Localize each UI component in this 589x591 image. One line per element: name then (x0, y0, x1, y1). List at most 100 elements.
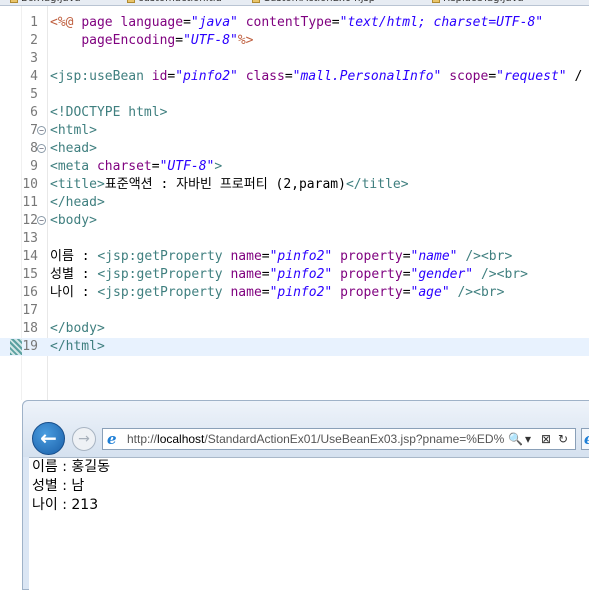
code-line[interactable]: 4 <jsp:useBean id="pinfo2" class="mall.Pe… (0, 68, 589, 86)
address-bar[interactable]: e http://localhost/StandardActionEx01/Us… (102, 428, 576, 450)
code-token: name (230, 285, 262, 300)
code-text: <meta charset="UTF-8"> (50, 158, 222, 176)
code-line[interactable]: 10 <title>표준액션 : 자바빈 프로퍼티 (2,param)</titl… (0, 176, 589, 194)
line-number: 6 (30, 105, 38, 120)
fold-toggle-icon[interactable]: − (37, 126, 46, 135)
editor-tab[interactable]: BoxTag.java (10, 0, 81, 5)
code-token: property (340, 285, 403, 300)
code-line[interactable]: 19 </html> (0, 338, 589, 356)
code-token: %> (237, 33, 254, 48)
browser-window: ← → e http://localhost/StandardActionEx0… (22, 400, 589, 591)
code-token: "UTF-8" (183, 33, 238, 48)
code-text: 나이 : <jsp:getProperty name="pinfo2" prop… (50, 284, 504, 302)
url-text[interactable]: http://localhost/StandardActionEx01/UseB… (127, 429, 504, 449)
change-marker (10, 339, 22, 355)
line-number: 4 (30, 69, 38, 84)
file-icon (432, 0, 440, 3)
code-lines[interactable]: 1 <%@ page language="java" contentType="t… (0, 14, 589, 356)
code-token: = (261, 249, 270, 264)
code-line[interactable]: 5 (0, 86, 589, 104)
code-line[interactable]: 12− <body> (0, 212, 589, 230)
code-line[interactable]: 18 </body> (0, 320, 589, 338)
code-line[interactable]: 17 (0, 302, 589, 320)
code-token: <!DOCTYPE html> (50, 105, 168, 120)
editor-tab[interactable]: CustomActionEx04.jsp (252, 0, 375, 5)
editor-tab-label: CustomActionEx04.jsp (263, 0, 375, 4)
code-line[interactable]: 8− <head> (0, 140, 589, 158)
editor-tab-label: BoxTag.java (21, 0, 81, 4)
code-line[interactable]: 6 <!DOCTYPE html> (0, 104, 589, 122)
code-text: <html> (50, 122, 97, 140)
code-token: "UTF-8" (159, 159, 215, 174)
code-token: "age" (410, 285, 450, 300)
line-number: 17 (22, 303, 38, 318)
code-token: <jsp:getProperty (97, 267, 231, 282)
line-number: 1 (30, 15, 38, 30)
code-token: = (331, 15, 340, 30)
code-token: </body> (50, 321, 105, 336)
line-number: 8 (30, 141, 38, 156)
code-text: <head> (50, 140, 97, 158)
code-token: "request" (496, 69, 567, 84)
line-number: 3 (30, 51, 38, 66)
line-number: 18 (22, 321, 38, 336)
editor-tab[interactable]: customaction.tld (127, 0, 222, 5)
line-number: 10 (22, 177, 38, 192)
code-line[interactable]: 15 성별 : <jsp:getProperty name="pinfo2" pr… (0, 266, 589, 284)
forward-button[interactable]: → (72, 427, 96, 451)
code-line[interactable]: 13 (0, 230, 589, 248)
code-line[interactable]: 9 <meta charset="UTF-8"> (0, 158, 589, 176)
code-line[interactable]: 14 이름 : <jsp:getProperty name="pinfo2" pr… (0, 248, 589, 266)
code-token: = (261, 267, 270, 282)
code-token: 나이 : (50, 285, 98, 300)
code-line[interactable]: 7− <html> (0, 122, 589, 140)
code-token: "pinfo2" (269, 249, 333, 264)
code-line[interactable]: 2 pageEncoding="UTF-8"%> (0, 32, 589, 50)
code-token: class (245, 69, 285, 84)
code-token: <jsp:useBean (50, 69, 152, 84)
fold-toggle-icon[interactable]: − (37, 216, 46, 225)
code-token: page (81, 15, 121, 30)
refresh-icon[interactable]: ↻ (558, 429, 568, 449)
code-token: name (230, 267, 262, 282)
ie-tab-icon: e (584, 431, 589, 447)
code-token: scope (449, 69, 489, 84)
code-token: = (261, 285, 270, 300)
code-text: <title>표준액션 : 자바빈 프로퍼티 (2,param)</title> (50, 176, 409, 194)
code-token: "java" (190, 15, 238, 30)
line-number: 15 (22, 267, 38, 282)
compatibility-view-icon[interactable]: ⊠ (541, 429, 551, 449)
code-token: = (402, 267, 411, 282)
chevron-down-icon[interactable]: ▾ (525, 429, 531, 449)
code-text: <!DOCTYPE html> (50, 104, 167, 122)
code-token: = (151, 159, 160, 174)
editor-tab-label: ReplaceTag.java (443, 0, 524, 4)
code-token: /><br> (465, 249, 513, 264)
code-line[interactable]: 1 <%@ page language="java" contentType="t… (0, 14, 589, 32)
fold-toggle-icon[interactable]: − (37, 144, 46, 153)
code-token: "name" (410, 249, 458, 264)
search-icon[interactable]: 🔍 (508, 429, 523, 449)
code-token: property (340, 267, 403, 282)
back-button[interactable]: ← (32, 422, 65, 455)
code-token: pageEncoding (81, 33, 176, 48)
code-token: = (183, 15, 191, 30)
code-token: = (175, 33, 184, 48)
code-token: </title> (345, 177, 409, 192)
browser-tab[interactable]: e (581, 428, 589, 450)
code-token: "pinfo2" (269, 285, 333, 300)
code-line[interactable]: 16 나이 : <jsp:getProperty name="pinfo2" pr… (0, 284, 589, 302)
code-line[interactable]: 11 </head> (0, 194, 589, 212)
code-editor[interactable]: 1 <%@ page language="java" contentType="t… (0, 6, 589, 400)
code-text: <%@ page language="java" contentType="te… (50, 14, 543, 32)
code-line[interactable]: 3 (0, 50, 589, 68)
line-number: 14 (22, 249, 38, 264)
editor-tab[interactable]: ReplaceTag.java (432, 0, 524, 5)
line-number: 19 (22, 339, 38, 354)
code-token: / (566, 69, 583, 84)
